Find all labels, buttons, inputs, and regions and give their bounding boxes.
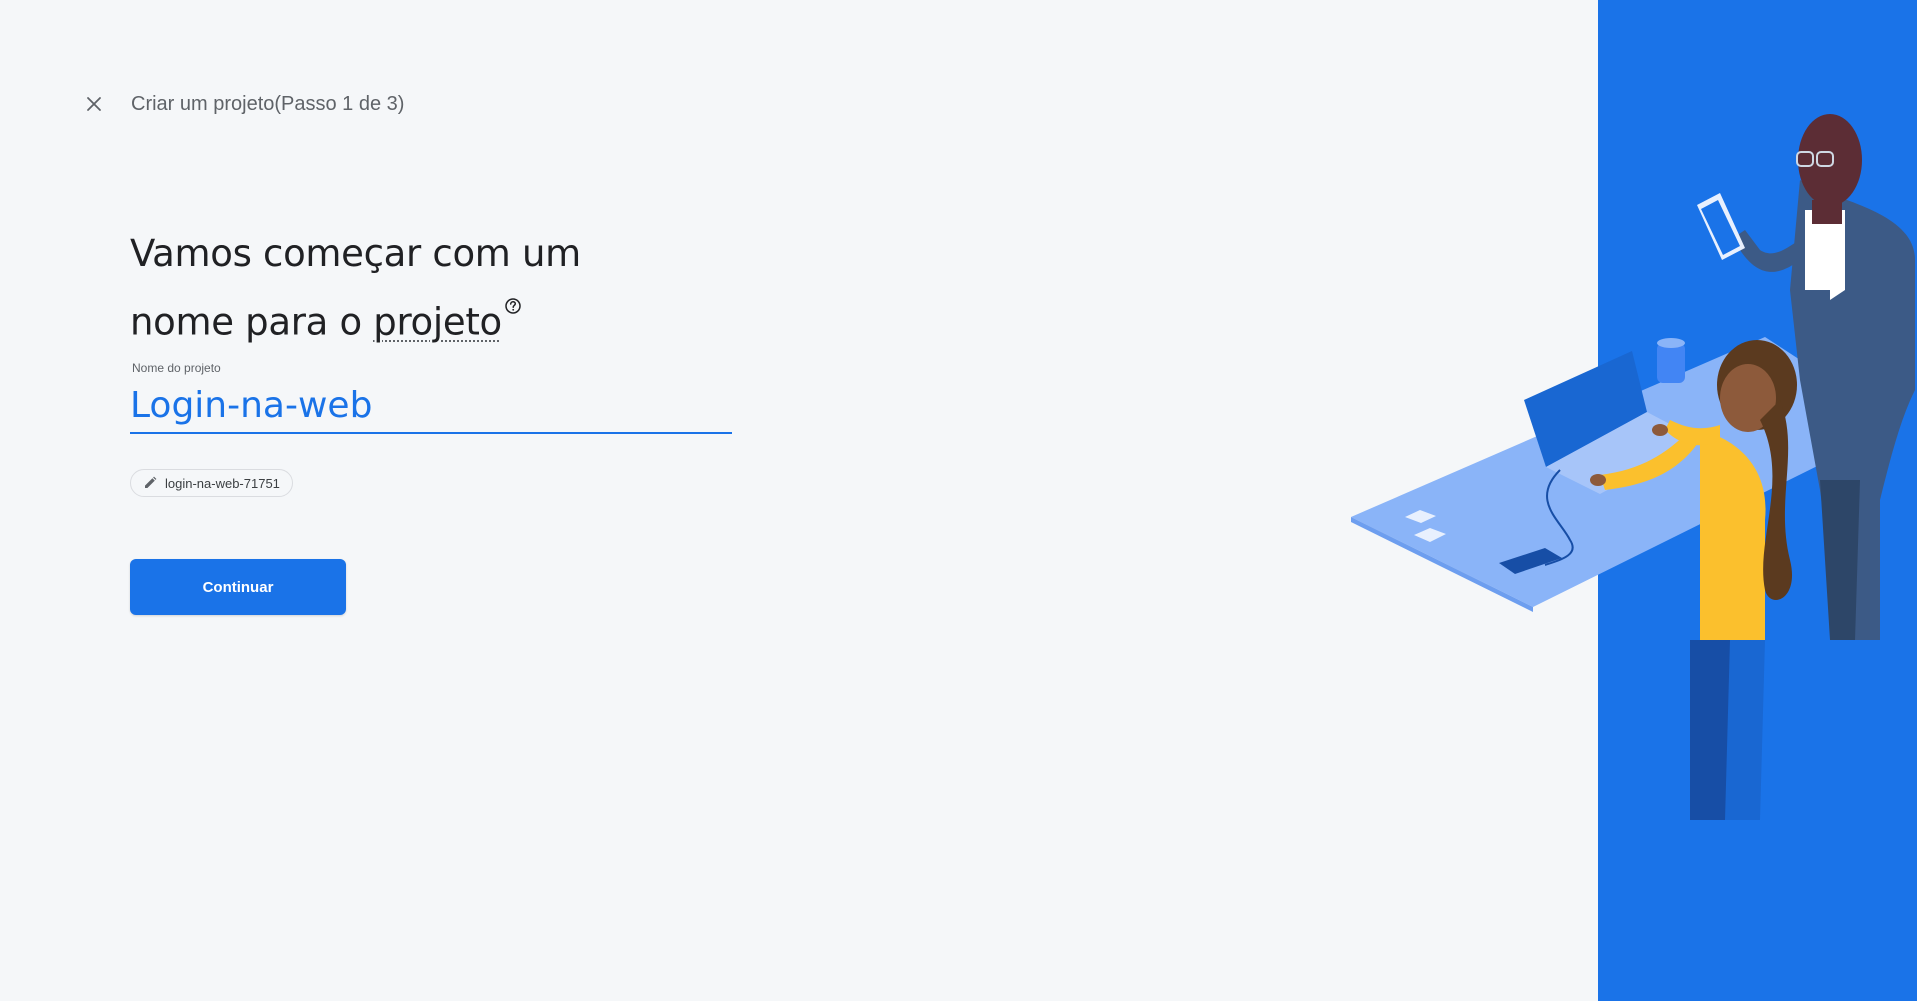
project-term-link[interactable]: projeto bbox=[373, 300, 502, 343]
step-title: Criar um projeto(Passo 1 de 3) bbox=[131, 92, 405, 115]
page-title: Vamos começar com um nome para o projeto bbox=[130, 226, 690, 349]
headline-prefix: nome para o bbox=[130, 300, 374, 344]
project-name-label: Nome do projeto bbox=[132, 361, 221, 375]
top-bar: Criar um projeto(Passo 1 de 3) bbox=[80, 88, 404, 120]
help-icon[interactable] bbox=[504, 275, 522, 330]
continue-button[interactable]: Continuar bbox=[130, 559, 346, 615]
project-name-field bbox=[130, 378, 732, 434]
project-name-input[interactable] bbox=[130, 384, 732, 426]
create-project-page: Criar um projeto(Passo 1 de 3) Vamos com… bbox=[0, 0, 1917, 1001]
headline-line-1: Vamos começar com um bbox=[130, 232, 581, 275]
project-id-text: login-na-web-71751 bbox=[165, 475, 280, 491]
close-icon bbox=[87, 97, 101, 111]
project-id-chip[interactable]: login-na-web-71751 bbox=[130, 469, 293, 497]
close-button[interactable] bbox=[80, 90, 108, 118]
pencil-icon bbox=[143, 475, 159, 491]
hero-background-panel bbox=[1598, 0, 1917, 1001]
headline-line-2: nome para o projeto bbox=[130, 281, 690, 349]
